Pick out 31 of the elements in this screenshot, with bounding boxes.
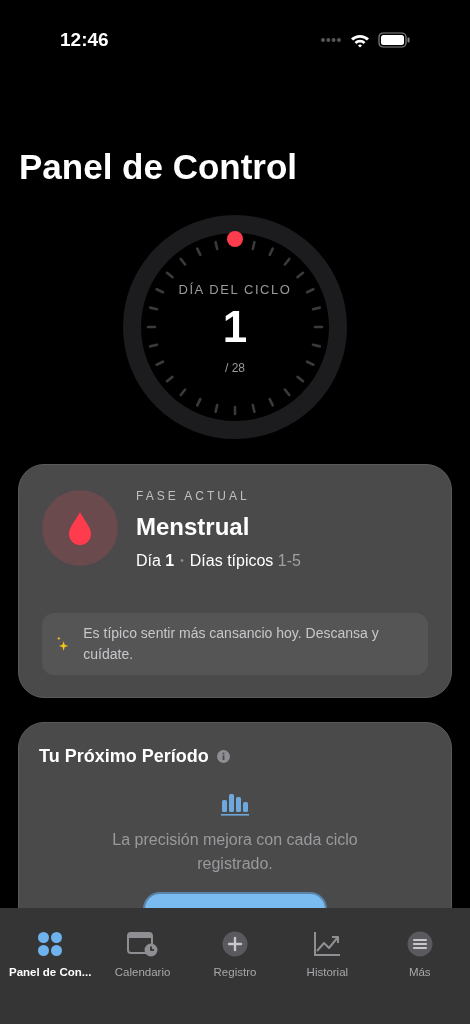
page-title: Panel de Control — [18, 148, 299, 184]
info-icon — [216, 749, 230, 763]
typical-days: Días típicos 1-5 — [189, 548, 301, 573]
phase-name: Menstrual — [136, 511, 251, 542]
plus-icon — [221, 931, 248, 957]
day-label: Día 1 — [136, 550, 175, 571]
phase-eyebrow: FASE ACTUAL — [136, 487, 251, 505]
battery-icon — [378, 32, 410, 49]
separator-dot: • — [180, 554, 184, 568]
blood-drop-icon — [68, 510, 92, 545]
cycle-length: / 28 — [225, 360, 245, 377]
card-title: Tu Próximo Período — [39, 744, 209, 768]
accuracy-message: La precisión mejora con cada ciclo registrado. — [111, 829, 359, 874]
grid-icon — [37, 931, 64, 957]
status-time: 12:46 — [60, 28, 109, 52]
menu-icon — [406, 931, 433, 957]
line-chart-icon — [313, 931, 342, 957]
action-button[interactable] — [143, 891, 327, 909]
signal-icon — [320, 37, 342, 44]
tab-bar-item[interactable]: Más — [373, 930, 466, 982]
tab-bar-item[interactable]: Panel de Con... — [4, 930, 97, 982]
dial-label: DÍA DEL CICLO — [178, 280, 292, 299]
tip-text: Es típico sentir más cansancio hoy. Descansa y cuídate. — [83, 623, 380, 664]
bar-chart-icon — [221, 791, 249, 816]
tab-bar-item[interactable]: Historial — [281, 930, 374, 982]
tab-bar-item[interactable]: Registro — [188, 930, 281, 982]
wifi-icon — [350, 32, 370, 48]
calendar-clock-icon — [126, 931, 159, 957]
cycle-day: 1 — [222, 305, 248, 349]
sparkles-icon — [56, 635, 70, 652]
tab-bar-item[interactable]: Calendario — [96, 930, 189, 982]
